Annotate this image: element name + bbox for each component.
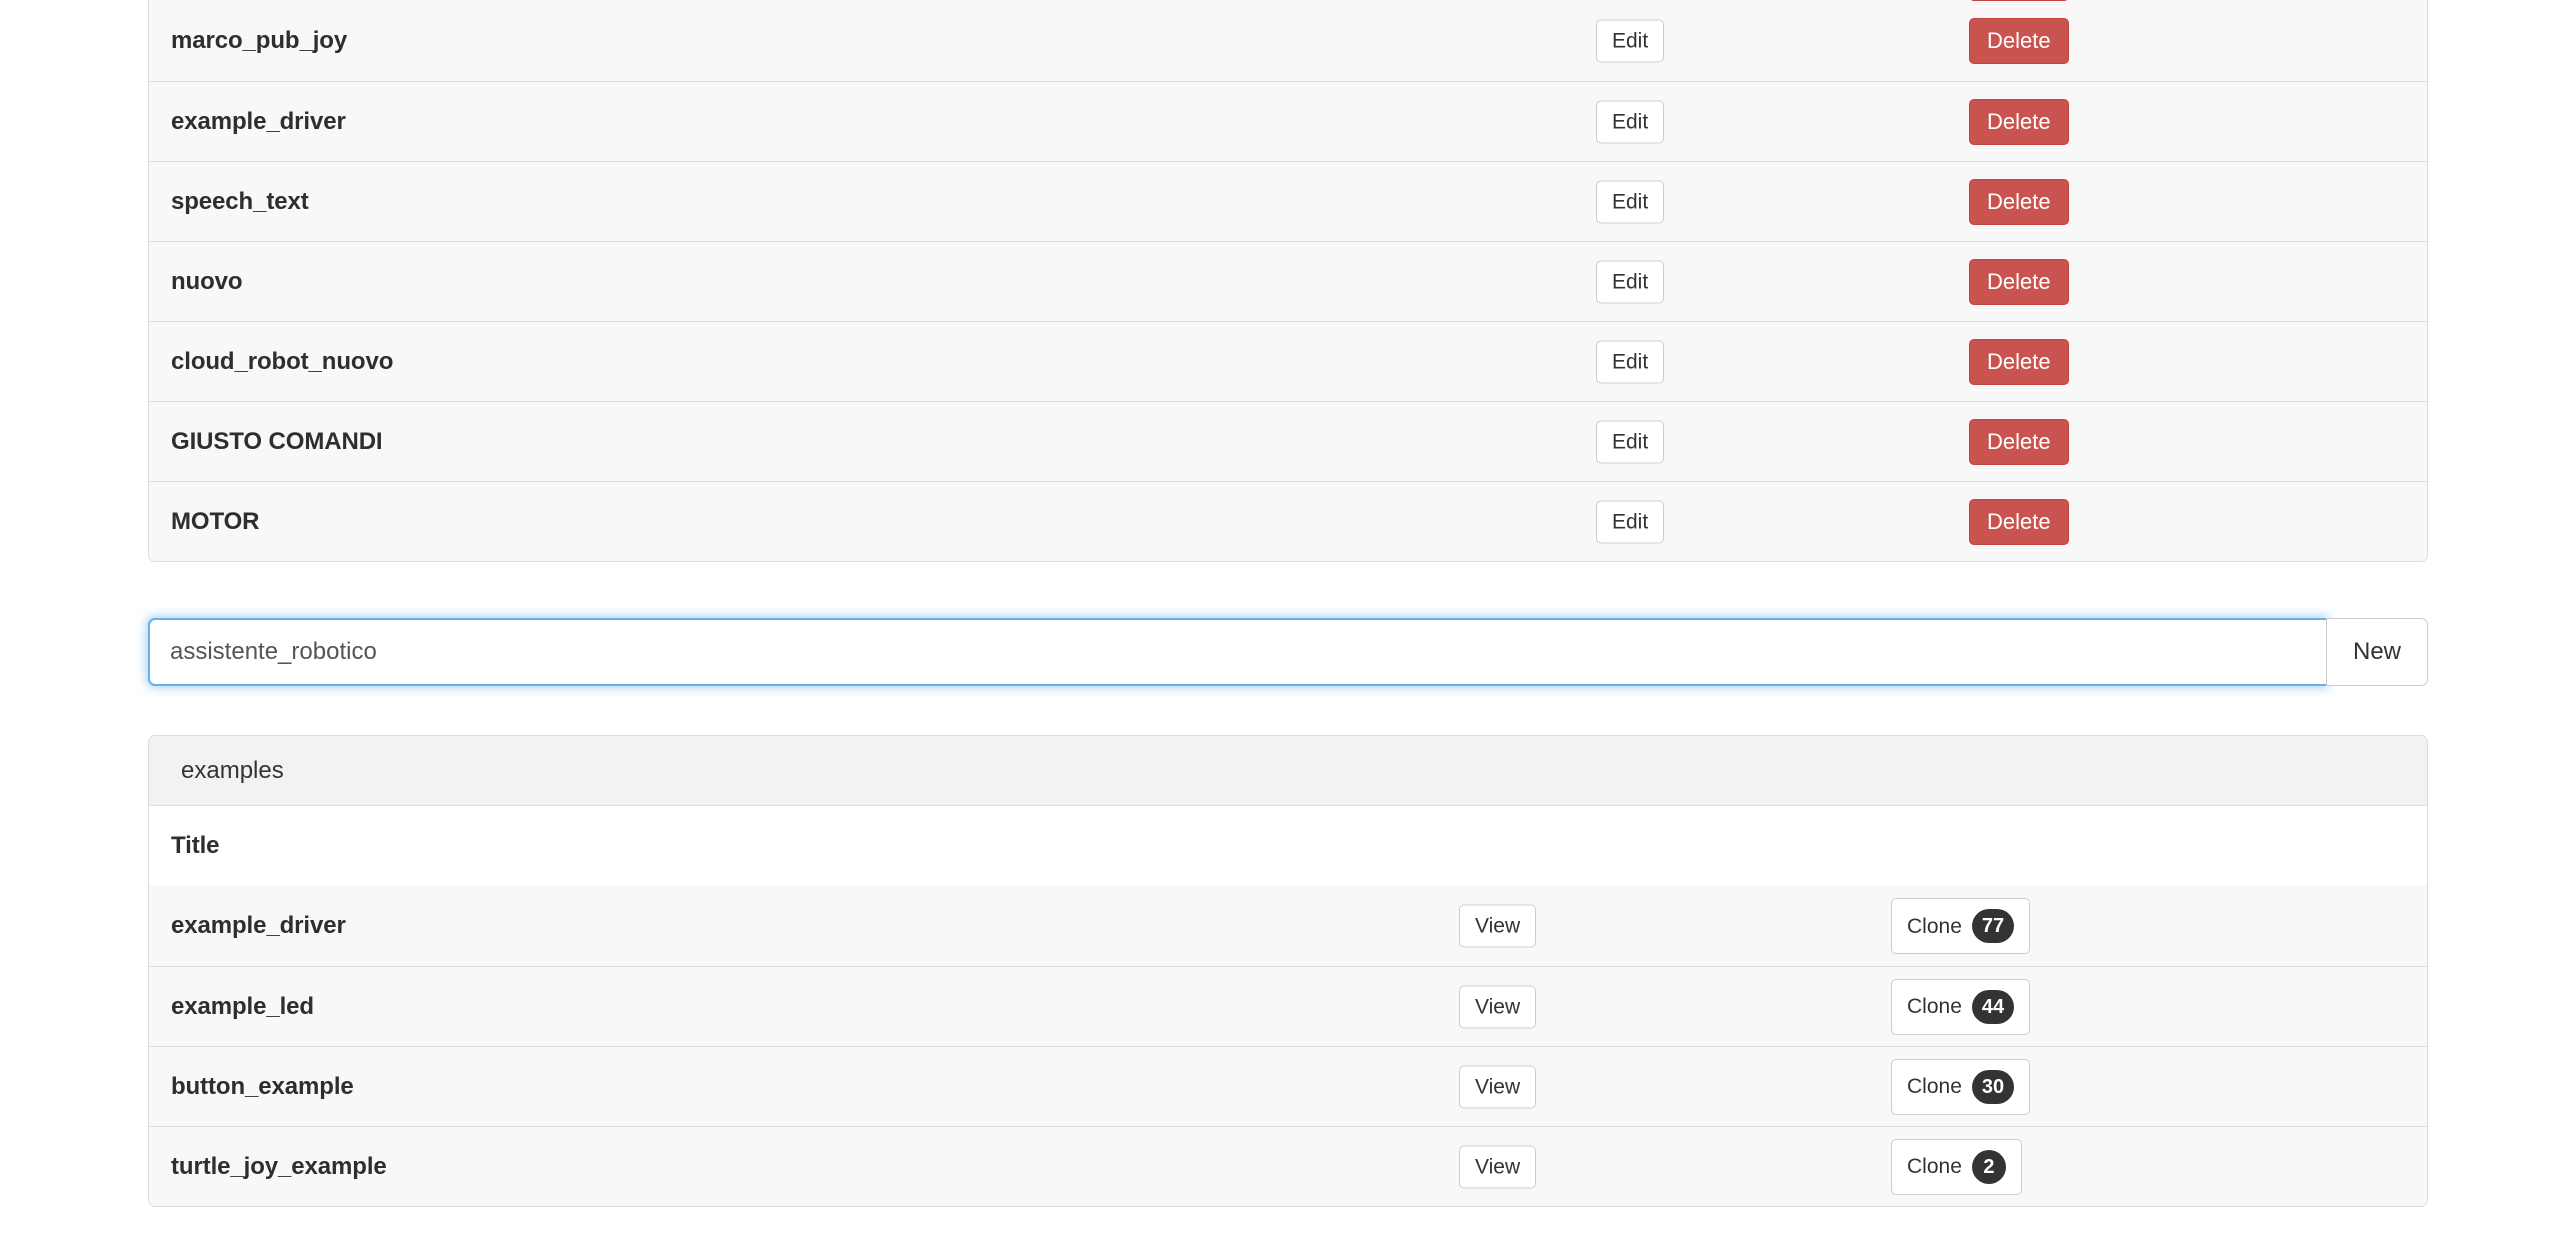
delete-cell: Delete [1969, 498, 2069, 545]
table-row[interactable]: button_example View Clone 30 [149, 1046, 2427, 1126]
delete-button[interactable]: Delete [1969, 258, 2069, 305]
clone-count-badge: 44 [1971, 989, 2015, 1024]
project-title: example_driver [171, 107, 346, 135]
table-row[interactable]: nuovo Edit Delete [149, 241, 2427, 321]
delete-cell: Delete [1969, 418, 2069, 465]
example-title: turtle_joy_example [171, 1152, 387, 1180]
clone-cell: Clone 30 [1891, 1058, 2031, 1115]
edit-cell: Edit [1596, 180, 1665, 223]
table-row[interactable]: example_driver Edit Delete [149, 81, 2427, 161]
examples-rows: example_driver View Clone 77 example_led View… [149, 886, 2427, 1206]
column-header-title: Title [171, 832, 220, 859]
view-cell: View [1459, 985, 1537, 1028]
edit-cell: Edit [1596, 340, 1665, 383]
examples-table-header: Title [149, 806, 2427, 886]
project-title: speech_text [171, 187, 309, 215]
view-cell: View [1459, 1065, 1537, 1108]
project-title: GIUSTO COMANDI [171, 427, 383, 455]
delete-cell: Delete [1969, 258, 2069, 305]
delete-cell: Delete [1969, 178, 2069, 225]
delete-cell: Delete [1969, 98, 2069, 145]
table-row[interactable]: example_driver View Clone 77 [149, 886, 2427, 966]
clone-button-label: Clone [1907, 1155, 1962, 1178]
edit-cell: Edit [1596, 420, 1665, 463]
table-row[interactable]: example_led View Clone 44 [149, 966, 2427, 1046]
new-project-button[interactable]: New [2325, 618, 2428, 686]
clone-cell: Clone 44 [1891, 978, 2031, 1035]
clone-button-label: Clone [1907, 914, 1962, 938]
edit-cell: Edit [1596, 100, 1665, 143]
edit-cell: Edit [1596, 500, 1665, 543]
example-title: example_driver [171, 912, 346, 939]
delete-cell: Delete [1969, 18, 2069, 64]
examples-panel-heading: examples [149, 736, 2427, 806]
table-row[interactable]: marco_pub_joy Edit Delete [149, 1, 2427, 81]
view-cell: View [1459, 904, 1537, 948]
example-title: example_led [171, 992, 314, 1020]
table-row[interactable]: cloud_robot_nuovo Edit Delete [149, 321, 2427, 401]
clone-count-badge: 2 [1971, 1149, 2006, 1184]
clone-cell: Clone 77 [1891, 898, 2031, 954]
edit-button[interactable]: Edit [1596, 420, 1665, 463]
projects-list-panel: Edit Delete marco_pub_joyEditDeleteexamp… [148, 0, 2428, 562]
edit-button[interactable]: Edit [1596, 340, 1665, 383]
new-project-input[interactable] [148, 618, 2326, 686]
edit-cell: Edit [1596, 19, 1665, 63]
project-title: nuovo [171, 267, 243, 295]
project-title: marco_pub_joy [171, 27, 348, 54]
table-row[interactable]: speech_text Edit Delete [149, 161, 2427, 241]
edit-button[interactable]: Edit [1596, 180, 1665, 223]
clone-count-badge: 30 [1971, 1069, 2015, 1104]
delete-cell: Delete [1969, 338, 2069, 385]
clone-cell: Clone 2 [1891, 1138, 2022, 1195]
delete-button[interactable]: Delete [1969, 338, 2069, 385]
project-title: cloud_robot_nuovo [171, 347, 394, 375]
table-row[interactable]: MOTOR Edit Delete [149, 481, 2427, 561]
clone-button[interactable]: Clone 77 [1891, 898, 2031, 954]
view-button[interactable]: View [1459, 1065, 1537, 1108]
edit-cell: Edit [1596, 260, 1665, 303]
table-row[interactable]: turtle_joy_example View Clone 2 [149, 1126, 2427, 1206]
projects-rows: marco_pub_joy Edit Delete example_driver Edi… [149, 1, 2427, 561]
view-button[interactable]: View [1459, 985, 1537, 1028]
delete-button[interactable]: Delete [1969, 178, 2069, 225]
new-project-button-wrap: New [2325, 618, 2428, 686]
edit-button[interactable]: Edit [1596, 19, 1665, 63]
delete-button[interactable]: Delete [1969, 98, 2069, 145]
table-row[interactable]: GIUSTO COMANDI Edit Delete [149, 401, 2427, 481]
view-cell: View [1459, 1145, 1537, 1188]
edit-button[interactable]: Edit [1596, 500, 1665, 543]
clone-count-badge: 77 [1971, 909, 2015, 943]
view-button[interactable]: View [1459, 904, 1537, 948]
delete-button[interactable]: Delete [1969, 498, 2069, 545]
clone-button[interactable]: Clone 30 [1891, 1058, 2031, 1115]
clone-button-label: Clone [1907, 1075, 1962, 1098]
examples-panel: examples Title example_driver View Clone 77… [148, 735, 2428, 1207]
delete-button[interactable]: Delete [1969, 418, 2069, 465]
edit-button[interactable]: Edit [1596, 260, 1665, 303]
example-title: button_example [171, 1072, 354, 1100]
edit-button[interactable]: Edit [1596, 100, 1665, 143]
clone-button[interactable]: Clone 2 [1891, 1138, 2022, 1195]
clone-button-label: Clone [1907, 995, 1962, 1018]
page-root: Edit Delete marco_pub_joyEditDeleteexamp… [0, 0, 2574, 1240]
delete-button[interactable]: Delete [1969, 18, 2069, 64]
clone-button[interactable]: Clone 44 [1891, 978, 2031, 1035]
project-title: MOTOR [171, 507, 260, 535]
new-project-input-group: New [148, 618, 2428, 686]
view-button[interactable]: View [1459, 1145, 1537, 1188]
